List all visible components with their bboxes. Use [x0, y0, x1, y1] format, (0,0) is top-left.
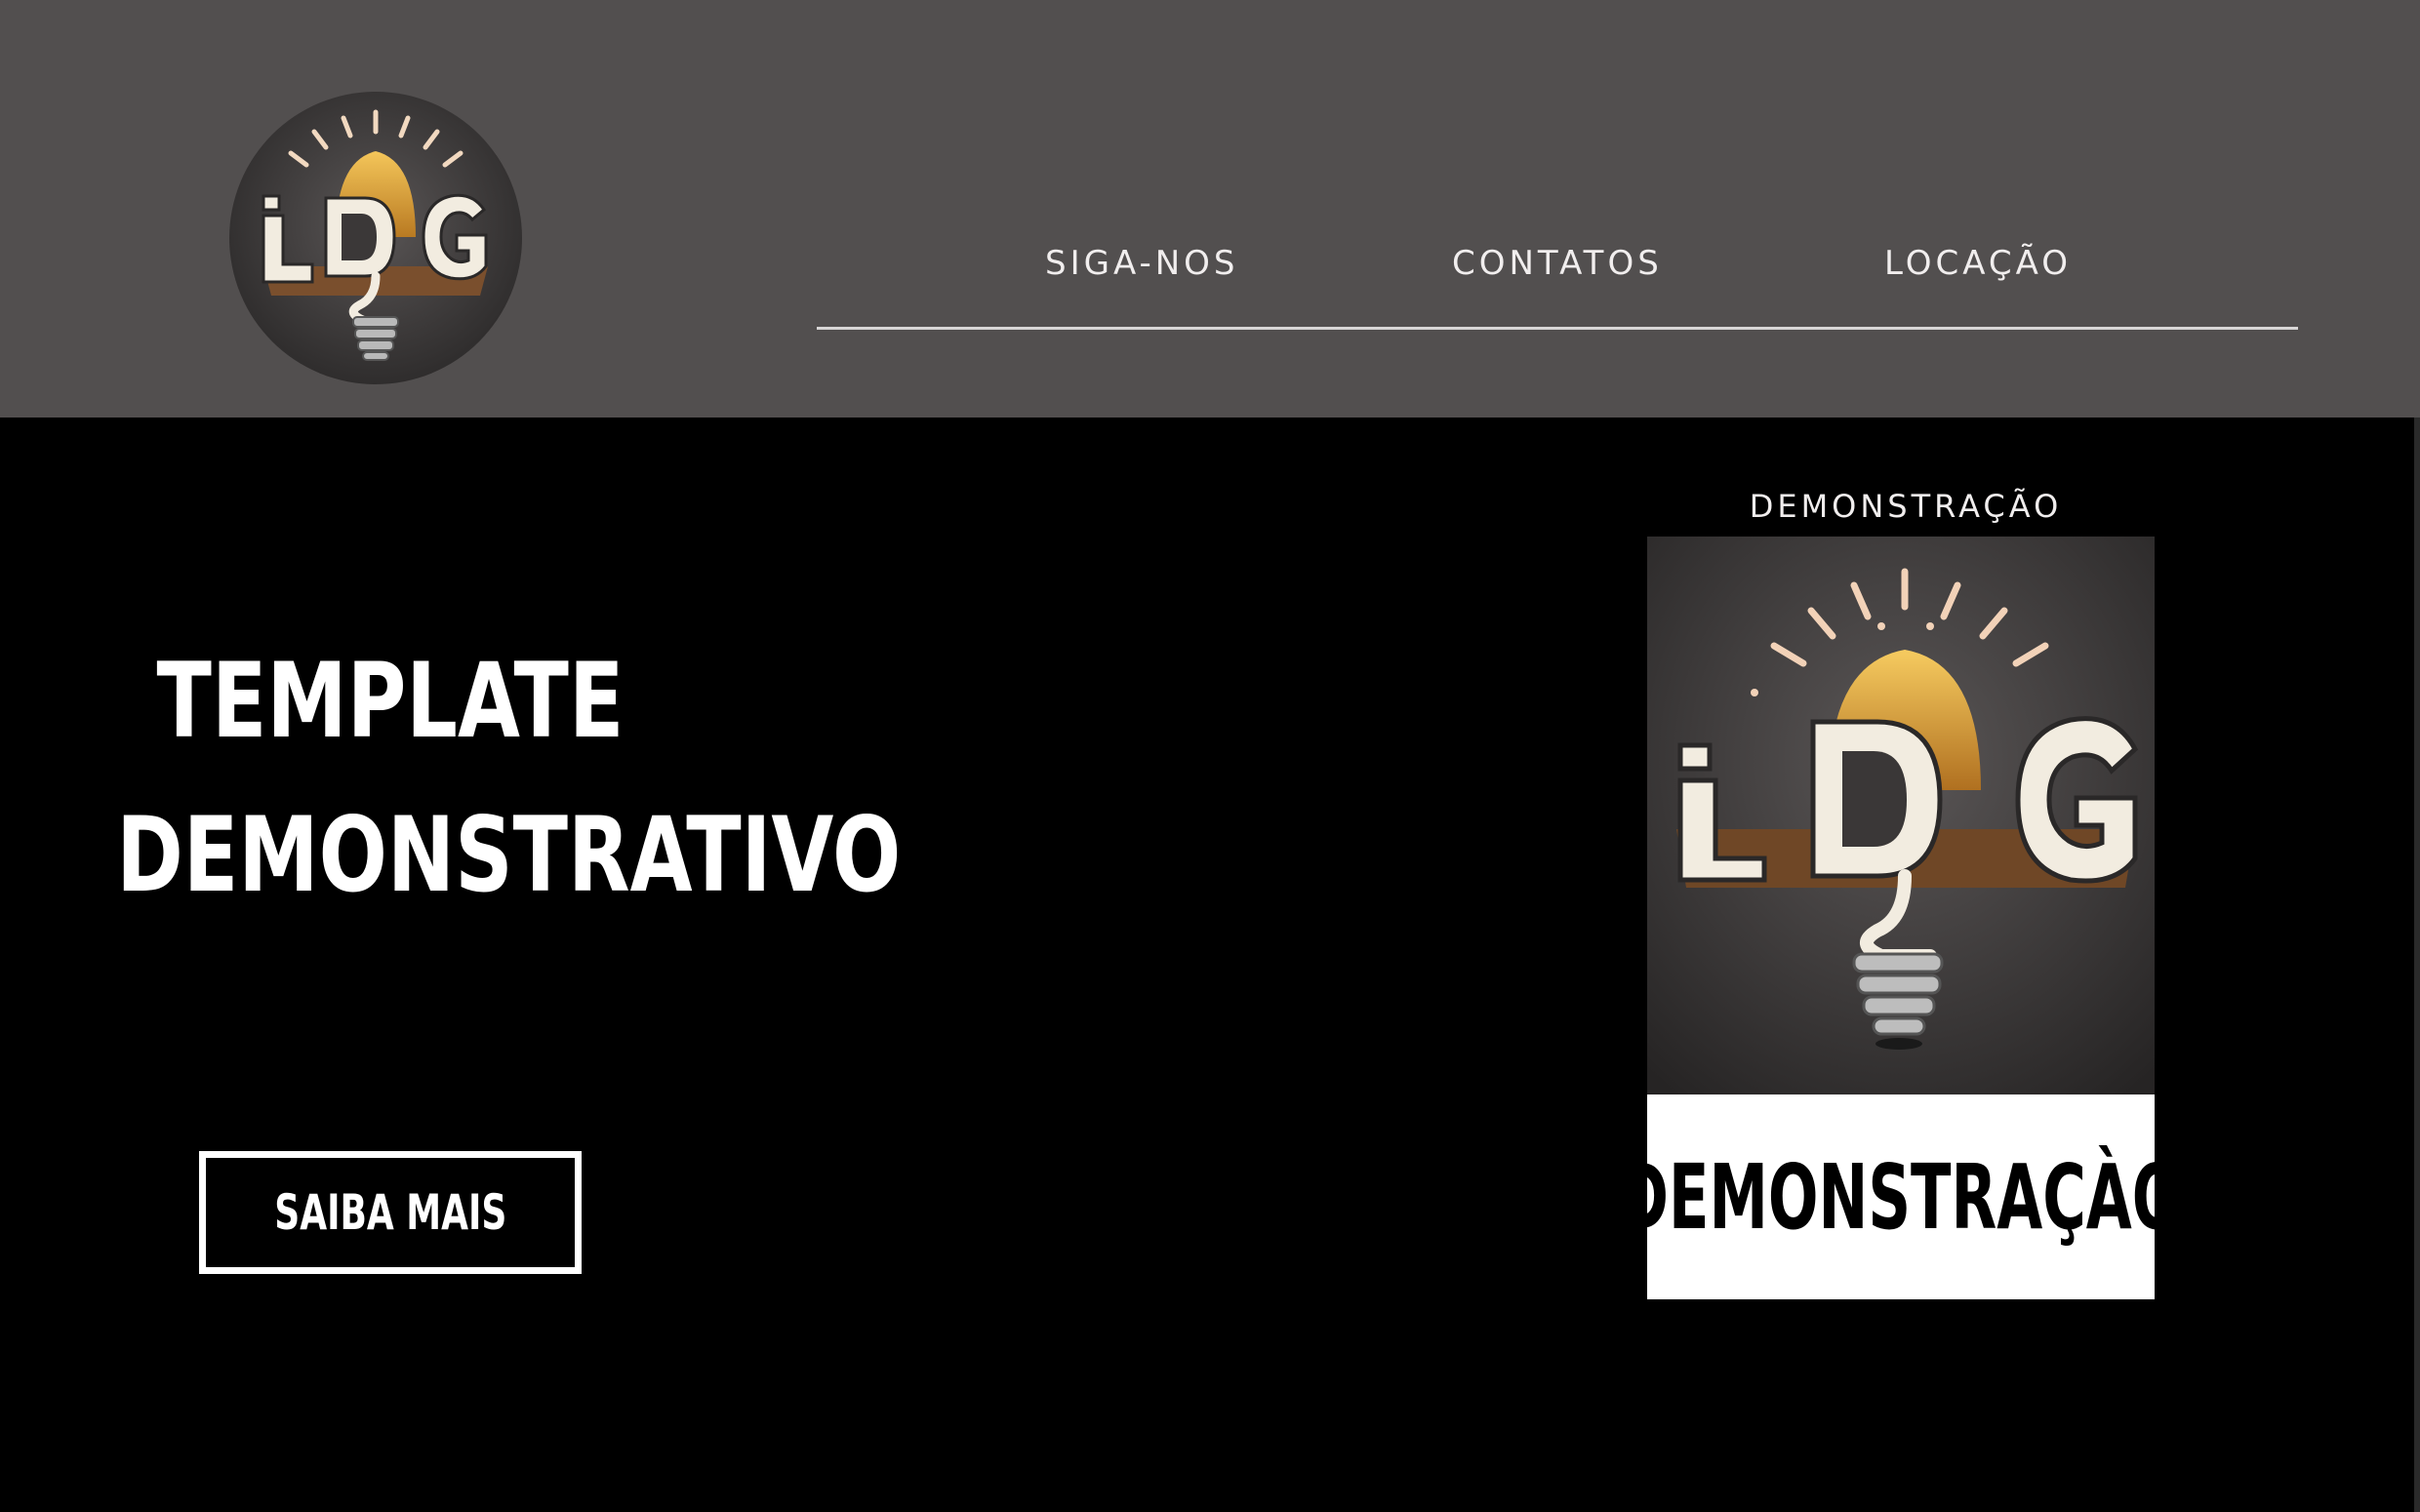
lightbulb-logo-icon [1647, 537, 2155, 1094]
brand-logo[interactable] [228, 91, 523, 385]
demo-card-label-text: DEMONSTRAÇÀO [1647, 1144, 2155, 1250]
nav-link-locacao[interactable]: LOCAÇÃO [1884, 244, 2072, 283]
main-nav: SIGA-NOS CONTATOS LOCAÇÃO [817, 226, 2298, 334]
saiba-mais-button[interactable]: SAIBA MAIS [199, 1151, 582, 1274]
hero-title-line-2: DEMONSTRATIVO [116, 795, 902, 915]
hero-title: TEMPLATE DEMONSTRATIVO [116, 624, 902, 933]
demo-caption: DEMONSTRAÇÃO [1749, 488, 2063, 525]
nav-link-contatos[interactable]: CONTATOS [1452, 244, 1663, 283]
nav-divider [817, 327, 2298, 330]
site-header: SIGA-NOS CONTATOS LOCAÇÃO [0, 0, 2420, 418]
demo-card-label: DEMONSTRAÇÀO [1647, 1094, 2155, 1299]
scrollbar[interactable] [2414, 418, 2420, 1512]
demo-card-image [1647, 537, 2155, 1094]
lightbulb-logo-icon [229, 92, 522, 384]
saiba-mais-label: SAIBA MAIS [273, 1184, 507, 1241]
demo-card[interactable]: DEMONSTRAÇÀO [1647, 537, 2155, 1299]
nav-link-siga-nos[interactable]: SIGA-NOS [1045, 244, 1239, 283]
hero-title-line-1: TEMPLATE [156, 641, 625, 761]
